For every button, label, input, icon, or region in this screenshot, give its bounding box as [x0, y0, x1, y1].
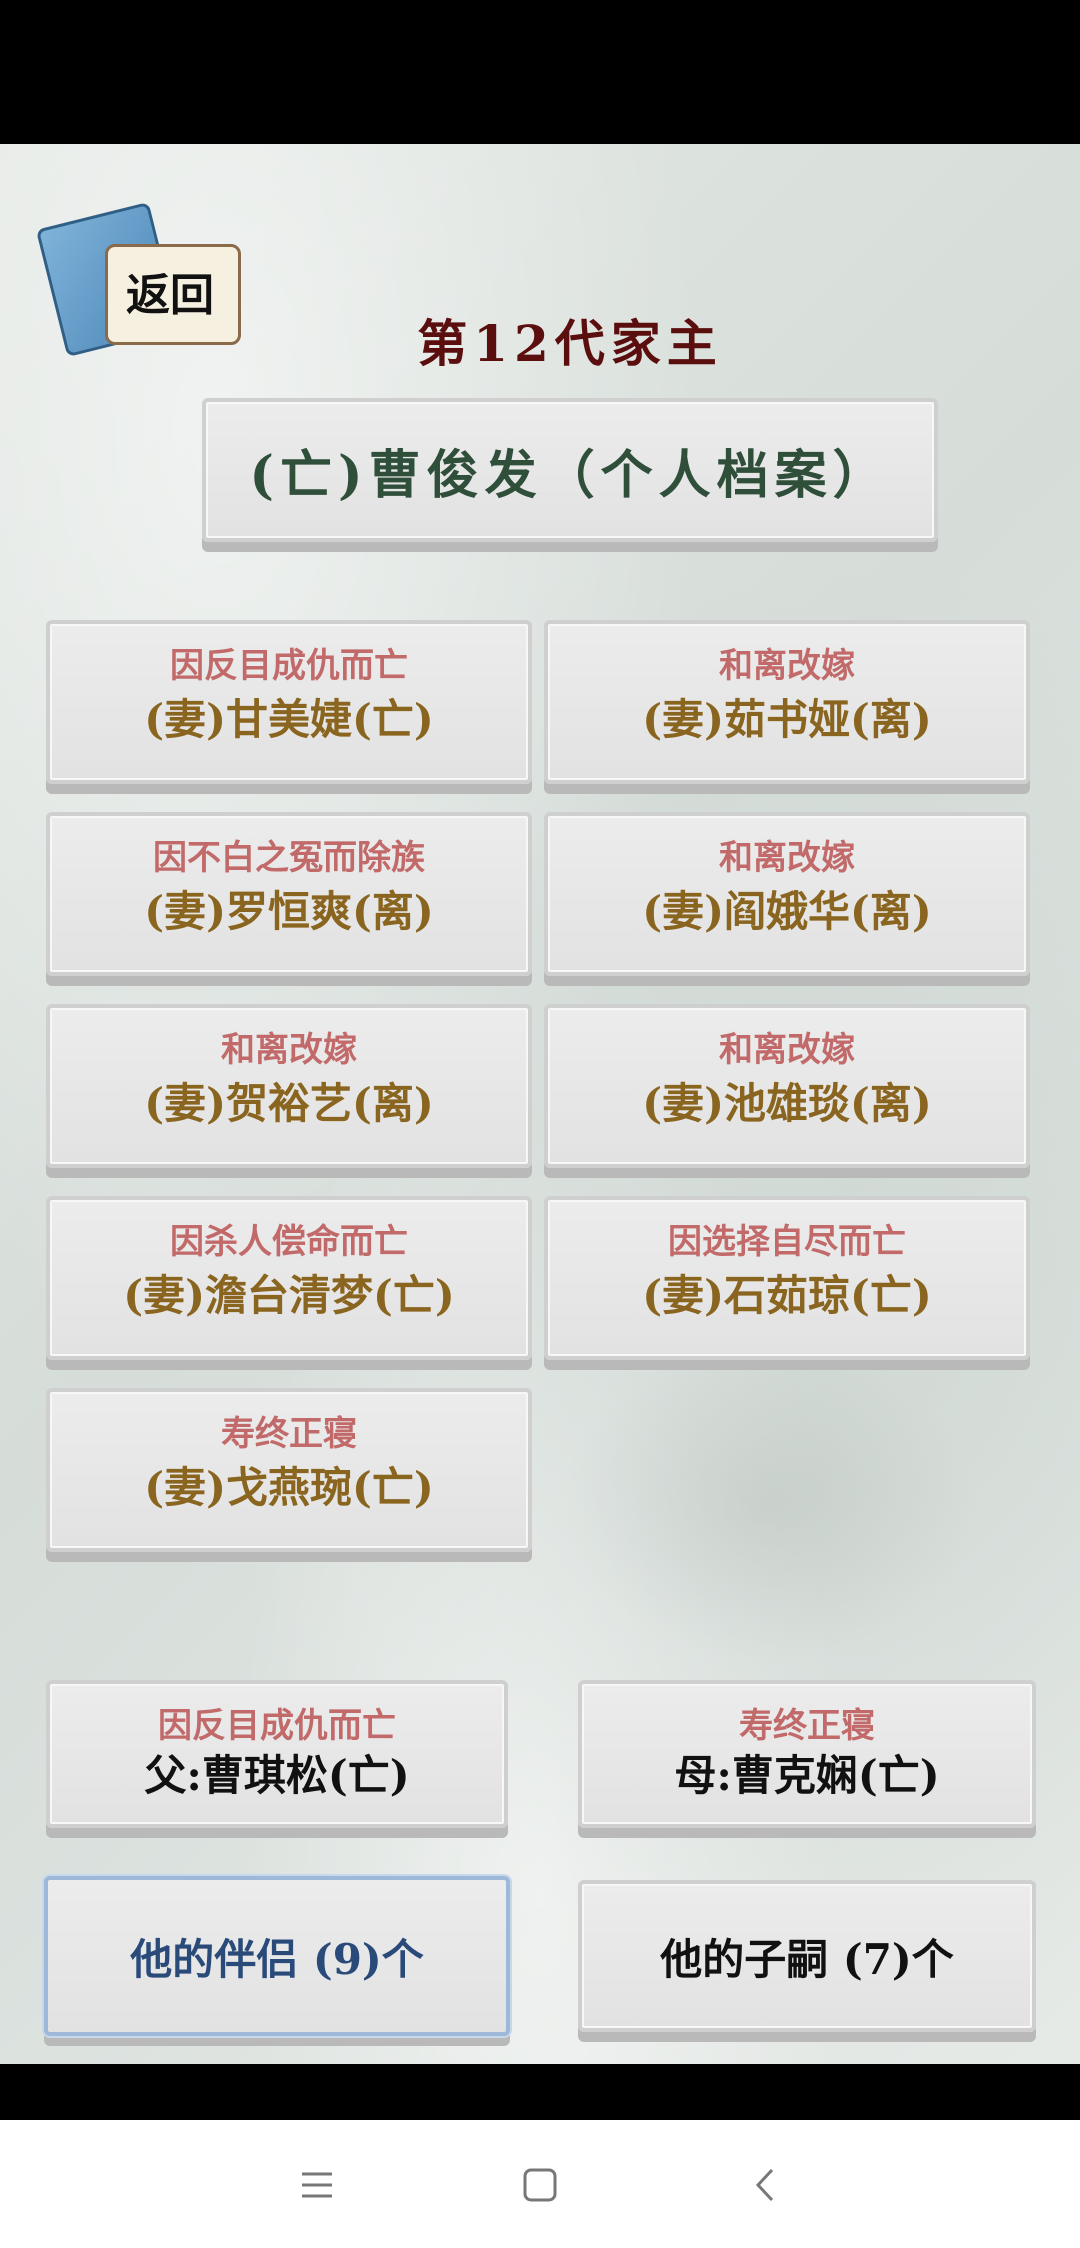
menu-icon[interactable]: [292, 2160, 342, 2210]
spouse-card[interactable]: 和离改嫁 (妻)池雄琰(离): [544, 1004, 1030, 1168]
spouse-card[interactable]: 因杀人偿命而亡 (妻)澹台清梦(亡): [46, 1196, 532, 1360]
spouse-status: 和离改嫁: [719, 646, 855, 686]
father-card[interactable]: 因反目成仇而亡 父:曹琪松(亡): [46, 1680, 508, 1828]
personal-profile-label: (亡)曹俊发（个人档案）: [249, 444, 891, 506]
spouse-card[interactable]: 和离改嫁 (妻)贺裕艺(离): [46, 1004, 532, 1168]
page-title: 第12代家主: [417, 314, 723, 373]
spouse-card[interactable]: 和离改嫁 (妻)茹书娅(离): [544, 620, 1030, 784]
spouse-name: (妻)罗恒爽(离): [144, 887, 434, 936]
spouse-name: (妻)阎娥华(离): [642, 887, 932, 936]
father-name: 父:曹琪松(亡): [144, 1751, 410, 1800]
spouse-name: (妻)池雄琰(离): [642, 1079, 932, 1128]
tab-children-label: 他的子嗣 (7)个: [660, 1934, 954, 1984]
spouse-name: (妻)石茹琼(亡): [642, 1271, 932, 1320]
status-bar: [0, 0, 1080, 144]
spouse-name: (妻)茹书娅(离): [642, 695, 932, 744]
spouse-status: 因反目成仇而亡: [170, 646, 408, 686]
spouse-card[interactable]: 因选择自尽而亡 (妻)石茹琼(亡): [544, 1196, 1030, 1360]
game-screen: 返回 第12代家主 (亡)曹俊发（个人档案） 因反目成仇而亡 (妻)甘美婕(亡)…: [0, 144, 1080, 2064]
back-icon[interactable]: [742, 2160, 792, 2210]
background-art: [560, 1344, 980, 1664]
home-icon[interactable]: [515, 2160, 565, 2210]
system-nav-bar: [0, 2120, 1080, 2248]
spouse-card[interactable]: 和离改嫁 (妻)阎娥华(离): [544, 812, 1030, 976]
father-status: 因反目成仇而亡: [158, 1706, 396, 1746]
spouse-status: 和离改嫁: [719, 838, 855, 878]
spouse-card[interactable]: 因不白之冤而除族 (妻)罗恒爽(离): [46, 812, 532, 976]
mother-name: 母:曹克娴(亡): [674, 1751, 940, 1800]
spouse-status: 因选择自尽而亡: [668, 1222, 906, 1262]
spouse-card[interactable]: 因反目成仇而亡 (妻)甘美婕(亡): [46, 620, 532, 784]
nav-divider: [0, 2064, 1080, 2120]
spouse-name: (妻)戈燕琬(亡): [144, 1463, 434, 1512]
tab-partners-label: 他的伴侣 (9)个: [130, 1934, 424, 1984]
spouse-status: 和离改嫁: [221, 1030, 357, 1070]
spouse-name: (妻)澹台清梦(亡): [123, 1271, 455, 1320]
spouse-status: 因杀人偿命而亡: [170, 1222, 408, 1262]
spouse-card[interactable]: 寿终正寝 (妻)戈燕琬(亡): [46, 1388, 532, 1552]
spouse-status: 和离改嫁: [719, 1030, 855, 1070]
spouse-name: (妻)贺裕艺(离): [144, 1079, 434, 1128]
spouse-status: 因不白之冤而除族: [153, 838, 425, 878]
spouse-name: (妻)甘美婕(亡): [144, 695, 434, 744]
mother-status: 寿终正寝: [739, 1706, 875, 1746]
personal-profile-button[interactable]: (亡)曹俊发（个人档案）: [202, 398, 938, 542]
tab-partners[interactable]: 他的伴侣 (9)个: [44, 1876, 510, 2036]
spouse-status: 寿终正寝: [221, 1414, 357, 1454]
mother-card[interactable]: 寿终正寝 母:曹克娴(亡): [578, 1680, 1036, 1828]
tab-children[interactable]: 他的子嗣 (7)个: [578, 1880, 1036, 2032]
